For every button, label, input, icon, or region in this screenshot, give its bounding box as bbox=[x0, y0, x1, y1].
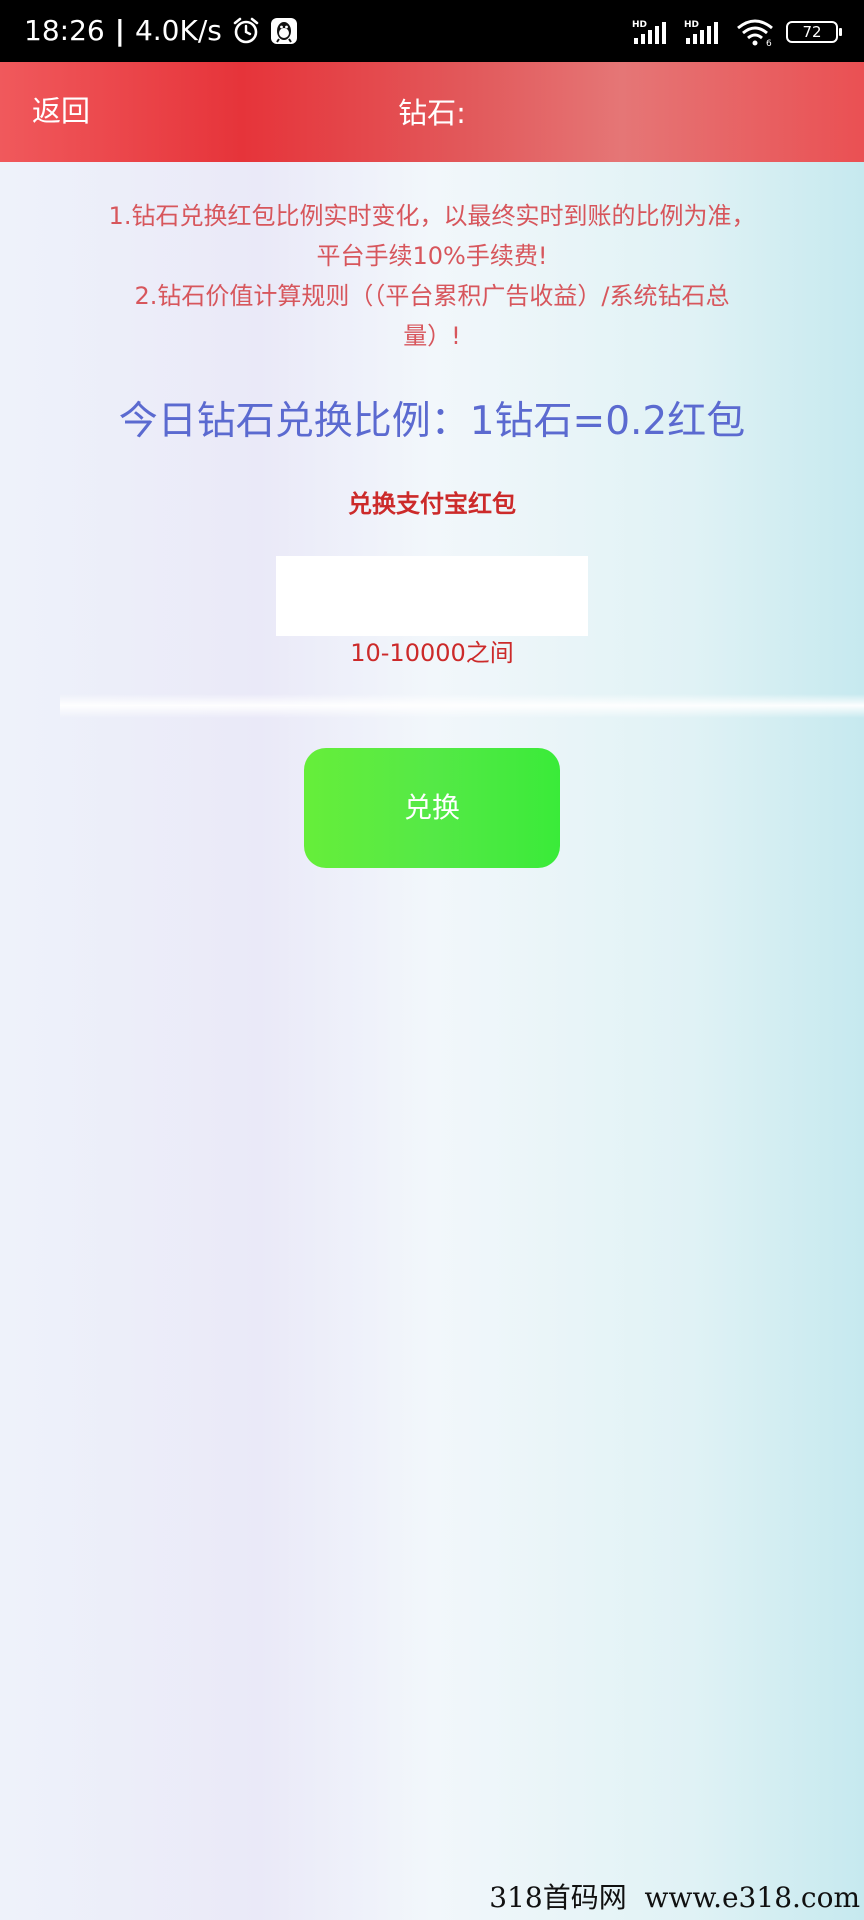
divider bbox=[60, 694, 864, 718]
status-time: 18:26 bbox=[24, 14, 105, 47]
page-title: 钻石: bbox=[398, 96, 466, 130]
exchange-notice: 1.钻石兑换红包比例实时变化，以最终实时到账的比例为准， 平台手续10%手续费!… bbox=[80, 196, 784, 356]
hd-signal-icon: HD bbox=[684, 18, 724, 46]
exchange-button[interactable]: 兑换 bbox=[304, 748, 560, 868]
range-hint: 10-10000之间 bbox=[350, 639, 514, 667]
exchange-rate-text: 今日钻石兑换比例：1钻石=0.2红包 bbox=[118, 399, 746, 444]
notice-line-4: 量）! bbox=[403, 322, 461, 350]
hd-signal-icon: HD bbox=[632, 18, 672, 46]
hd-label: HD bbox=[684, 20, 699, 30]
watermark: 318首码网 www.e318.com bbox=[489, 1881, 860, 1914]
wifi-icon: 6 bbox=[736, 18, 774, 46]
wifi-label: 6 bbox=[766, 39, 772, 46]
network-speed: 4.0K/s bbox=[134, 14, 222, 47]
notice-line-3: 2.钻石价值计算规则（（平台累积广告收益）/系统钻石总 bbox=[134, 282, 730, 310]
qq-icon bbox=[270, 17, 298, 45]
status-bar: 18:26 | 4.0K/s HD HD 6 72 bbox=[0, 0, 864, 62]
notice-line-1: 1.钻石兑换红包比例实时变化，以最终实时到账的比例为准， bbox=[108, 202, 756, 230]
alarm-icon bbox=[232, 17, 260, 45]
status-right: HD HD 6 72 bbox=[632, 18, 842, 46]
nav-bar: 返回 钻石: bbox=[0, 62, 864, 162]
status-separator: | bbox=[114, 14, 125, 47]
amount-input[interactable] bbox=[276, 556, 588, 636]
hd-label: HD bbox=[632, 20, 647, 30]
notice-line-2: 平台手续10%手续费! bbox=[316, 242, 548, 270]
exchange-type-label: 兑换支付宝红包 bbox=[348, 490, 516, 518]
battery-indicator: 72 bbox=[786, 21, 842, 43]
status-left: 18:26 | 4.0K/s bbox=[24, 16, 298, 46]
